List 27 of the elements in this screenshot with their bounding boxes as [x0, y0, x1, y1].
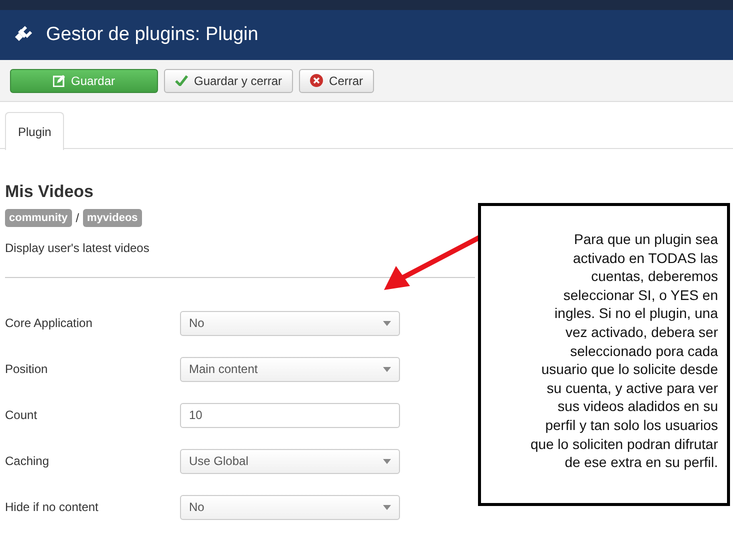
separator: / [76, 210, 80, 227]
annotation-note: Para que un plugin sea activado en TODAS las cuentas, deberemos seleccionar SI, o YES en ingles. Si no el plugin, una vez activado, debera ser seleccionado pora cada usuario que lo solicite desde su cuenta, y active para ver sus videos aladidos en su perfil y tan solo los usuarios que lo soliciten podran difrutar de ese extra en su perfil. [478, 203, 730, 506]
tab[interactable]: Plugin [5, 112, 64, 150]
tag: myvideos [83, 208, 142, 227]
select-field[interactable]: Use Global [180, 448, 400, 474]
caret-icon [383, 320, 391, 326]
plugin-title: Mis Videos [5, 181, 94, 203]
field-label: Core Application [4, 315, 94, 332]
field-label: Caching [4, 453, 50, 470]
check-icon [175, 75, 188, 86]
caret-icon [383, 504, 391, 510]
select-field[interactable]: Main content [180, 356, 400, 382]
plugin-description: Display user's latest videos [5, 240, 150, 257]
edit-icon [52, 74, 65, 86]
page-title: Gestor de plugins: Plugin [46, 24, 258, 46]
tag: community [5, 208, 72, 227]
select-field[interactable]: No [180, 494, 400, 520]
select-field[interactable]: No [180, 310, 400, 336]
caret-icon [383, 458, 391, 464]
close-button[interactable]: Cerrar [299, 68, 374, 92]
field-label: Hide if no content [4, 499, 100, 516]
save-close-button[interactable]: Guardar y cerrar [164, 68, 294, 92]
input-field[interactable]: 10 [180, 402, 400, 428]
field-label: Position [4, 361, 49, 378]
close-icon [310, 74, 324, 87]
field-label: Count [4, 407, 38, 424]
caret-icon [383, 366, 391, 372]
